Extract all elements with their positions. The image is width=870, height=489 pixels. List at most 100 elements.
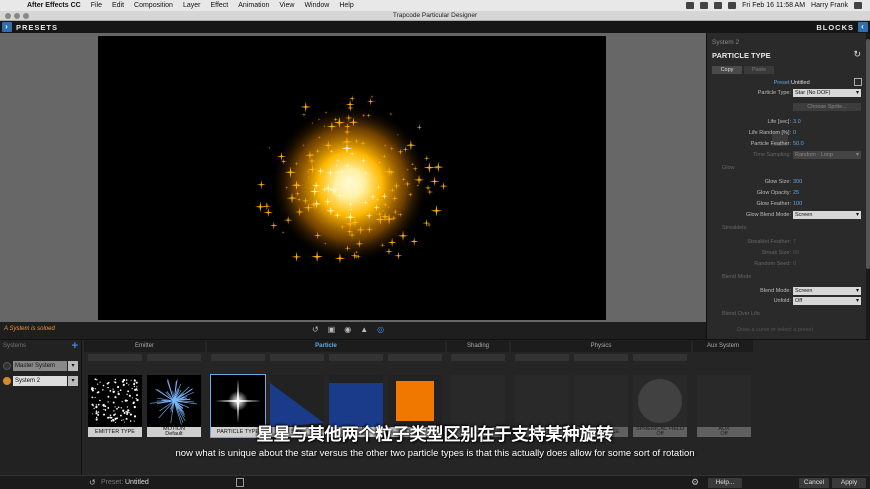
- cancel-button[interactable]: Cancel: [799, 478, 829, 488]
- category-shading[interactable]: Shading: [447, 340, 509, 352]
- category-physics[interactable]: Physics: [511, 340, 691, 352]
- top-bar: › PRESETS BLOCKS ‹: [0, 21, 870, 33]
- streaklet-feather-row: Streaklet Feather: 7: [707, 238, 867, 247]
- block-header: [388, 354, 442, 361]
- chevron-down-icon[interactable]: ▾: [68, 361, 78, 371]
- chevron-down-icon[interactable]: ▾: [68, 376, 78, 386]
- viewer-area: [0, 33, 706, 322]
- menu-composition[interactable]: Composition: [134, 2, 173, 9]
- menu-app[interactable]: After Effects CC: [27, 2, 81, 9]
- choose-sprite-button[interactable]: Choose Sprite...: [793, 103, 861, 111]
- add-system-icon[interactable]: +: [72, 340, 78, 352]
- glow-blend-label: Glow Blend Mode:: [746, 212, 791, 218]
- system-row-2[interactable]: System 2 ▾: [0, 375, 82, 387]
- search-icon[interactable]: [854, 2, 862, 9]
- window-title: Trapcode Particular Designer: [392, 12, 478, 19]
- solo-toggle-icon[interactable]: [3, 362, 11, 370]
- undo-icon[interactable]: ↺: [89, 478, 96, 487]
- block-header: [270, 354, 324, 361]
- particle-burst: [254, 95, 448, 264]
- copy-paste-tabs: Copy Paste: [712, 66, 774, 74]
- status-area: Fri Feb 16 11:58 AM Harry Frank: [686, 0, 862, 11]
- reset-view-icon[interactable]: ↺: [312, 325, 319, 334]
- menu-layer[interactable]: Layer: [183, 2, 201, 9]
- apply-button[interactable]: Apply: [832, 478, 866, 488]
- category-particle[interactable]: Particle: [207, 340, 445, 352]
- system-row-master[interactable]: Master System ▾: [0, 360, 82, 372]
- volume-icon[interactable]: [714, 2, 723, 9]
- system-name-field[interactable]: System 2: [13, 376, 67, 386]
- panel-title: PARTICLE TYPE: [712, 51, 771, 60]
- clock[interactable]: Fri Feb 16 11:58 AM: [742, 2, 805, 9]
- feather-value[interactable]: 50.0: [793, 141, 804, 147]
- block-header: [211, 354, 265, 361]
- menu-help[interactable]: Help: [339, 2, 353, 9]
- category-aux-system[interactable]: Aux System: [693, 340, 753, 352]
- block-header: [147, 354, 201, 361]
- presets-toggle[interactable]: › PRESETS: [2, 22, 58, 32]
- footer-bar: ↺ Preset: Untitled ⚙ Help... Cancel Appl…: [0, 475, 870, 489]
- streak-size-value[interactable]: 60: [793, 250, 799, 256]
- menu-edit[interactable]: Edit: [112, 2, 124, 9]
- properties-panel: System 2 PARTICLE TYPE ↻ Copy Paste Pres…: [706, 33, 870, 339]
- save-preset-icon[interactable]: [854, 78, 862, 86]
- glow-blend-row: Glow Blend Mode: Screen: [707, 211, 867, 220]
- streaklets-section: Streaklets: [722, 225, 747, 231]
- random-seed-label: Random Seed:: [754, 261, 791, 267]
- user-name[interactable]: Harry Frank: [811, 2, 848, 9]
- help-button[interactable]: Help...: [708, 478, 742, 488]
- preview-canvas[interactable]: [98, 36, 606, 320]
- record-icon[interactable]: ◉: [344, 325, 351, 334]
- menu-window[interactable]: Window: [304, 2, 329, 9]
- unfold-select[interactable]: Off: [793, 297, 861, 305]
- save-preset-icon[interactable]: [236, 478, 244, 487]
- blend-mode-row: Blend Mode: Screen: [707, 287, 867, 296]
- streaklet-feather-value[interactable]: 7: [793, 239, 796, 245]
- life-random-value[interactable]: 0: [793, 130, 796, 136]
- blocks-toggle[interactable]: BLOCKS ‹: [816, 22, 868, 32]
- reset-icon[interactable]: ↻: [853, 49, 861, 60]
- paste-button[interactable]: Paste: [744, 66, 774, 74]
- wifi-icon[interactable]: [700, 2, 709, 9]
- category-emitter[interactable]: Emitter: [84, 340, 205, 352]
- dropbox-icon[interactable]: [686, 2, 695, 9]
- time-sampling-select[interactable]: Random - Loop: [793, 151, 861, 159]
- time-sampling-row: Time Sampling: Random - Loop: [707, 151, 867, 160]
- battery-icon[interactable]: [728, 2, 737, 9]
- particle-type-select[interactable]: Star (No DOF): [793, 89, 861, 97]
- menu-file[interactable]: File: [91, 2, 102, 9]
- eye-icon[interactable]: ◎: [377, 325, 384, 334]
- solo-toggle-icon[interactable]: [3, 377, 11, 385]
- glow-feather-value[interactable]: 100: [793, 201, 802, 207]
- zoom-window-button[interactable]: [23, 13, 29, 19]
- footer-preset-value[interactable]: Untitled: [125, 479, 149, 486]
- blend-mode-select[interactable]: Screen: [793, 287, 861, 295]
- glow-opacity-value[interactable]: 25: [793, 190, 799, 196]
- blend-section: Blend Mode: [722, 274, 752, 280]
- random-seed-value[interactable]: 0: [793, 261, 796, 267]
- block-header: [633, 354, 687, 361]
- menu-view[interactable]: View: [279, 2, 294, 9]
- close-window-button[interactable]: [5, 13, 11, 19]
- streak-size-row: Streak Size: 60: [707, 249, 867, 258]
- glow-size-value[interactable]: 300: [793, 179, 802, 185]
- copy-button[interactable]: Copy: [712, 66, 742, 74]
- camera-icon[interactable]: ▣: [328, 325, 336, 334]
- menu-effect[interactable]: Effect: [210, 2, 228, 9]
- glow-size-row: Glow Size: 300: [707, 178, 867, 187]
- system-name-field[interactable]: Master System: [13, 361, 67, 371]
- particle-type-row: Particle Type: Star (No DOF): [707, 89, 867, 98]
- life-value[interactable]: 3.0: [793, 119, 801, 125]
- glow-feather-label: Glow Feather:: [756, 201, 791, 207]
- life-row: Life [sec]: 3.0: [707, 118, 867, 127]
- block-header: [451, 354, 505, 361]
- solo-status: A System is soloed: [4, 326, 55, 332]
- menu-animation[interactable]: Animation: [238, 2, 269, 9]
- preset-label: Preset:: [773, 80, 791, 86]
- block-header: [515, 354, 569, 361]
- grid-icon[interactable]: ▲: [360, 325, 368, 334]
- preset-value[interactable]: Untitled: [791, 80, 810, 86]
- glow-blend-select[interactable]: Screen: [793, 211, 861, 219]
- gear-icon[interactable]: ⚙: [691, 477, 699, 488]
- minimize-window-button[interactable]: [14, 13, 20, 19]
